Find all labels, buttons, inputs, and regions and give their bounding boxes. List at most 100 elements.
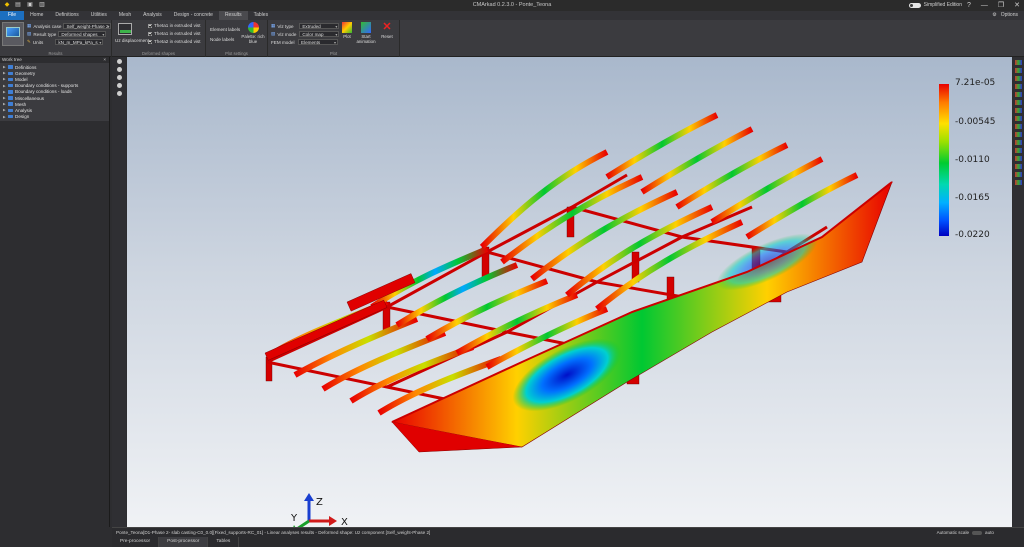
rotate-view-icon[interactable] xyxy=(116,59,122,64)
zoom-view-icon[interactable] xyxy=(116,75,122,80)
folder-icon xyxy=(8,77,13,82)
3d-viewport[interactable]: Z X Y xyxy=(127,57,1012,527)
view-preset-icon[interactable] xyxy=(1015,132,1022,137)
fem-model-label: FEM model xyxy=(271,39,295,45)
expand-icon[interactable]: ▶ xyxy=(3,90,6,94)
fit-view-icon[interactable] xyxy=(116,83,122,88)
view-preset-icon[interactable] xyxy=(1015,148,1022,153)
units-select[interactable]: kN_m_MPa_kPa_s xyxy=(55,39,104,45)
expand-icon[interactable]: ▶ xyxy=(3,84,6,88)
view-preset-icon[interactable] xyxy=(1015,116,1022,121)
expand-icon[interactable]: ▶ xyxy=(3,102,6,106)
legend-label-2: -0.00545 xyxy=(955,117,996,127)
legend-max-label: 7.21e-05 xyxy=(955,78,996,88)
results-large-icon[interactable] xyxy=(2,22,24,46)
autoscale-switch[interactable] xyxy=(972,531,983,535)
palette-sub-label: blue xyxy=(248,39,258,44)
tab-tables-bottom[interactable]: Tables xyxy=(208,537,240,547)
options-menu[interactable]: ⚙ Options xyxy=(992,12,1018,18)
node-labels-toggle[interactable]: Node labels xyxy=(210,37,234,42)
palette-button[interactable]: Palette: rich blue xyxy=(240,22,266,44)
expand-icon[interactable]: ▶ xyxy=(3,71,6,75)
units-icon: ✎ xyxy=(27,39,31,44)
animation-icon xyxy=(361,22,371,33)
deformed-group-title: Deformed shapes xyxy=(141,51,176,56)
palette-icon xyxy=(247,22,259,33)
deformed-shape-icon[interactable] xyxy=(118,23,132,35)
view-preset-icon[interactable] xyxy=(1015,156,1022,161)
view-preset-icon[interactable] xyxy=(1015,84,1022,89)
analysis-case-select[interactable]: Self_weight-Phase 2 xyxy=(63,23,112,29)
tab-mesh[interactable]: Mesh xyxy=(113,11,137,20)
view-preset-icon[interactable] xyxy=(1015,108,1022,113)
tab-home[interactable]: Home xyxy=(24,11,49,20)
tab-tables[interactable]: Tables xyxy=(248,11,274,20)
result-type-select[interactable]: Deformed shapes xyxy=(58,31,107,37)
work-tree-title: Work tree xyxy=(2,57,22,62)
tree-item-design[interactable]: ▶ Design xyxy=(0,114,109,120)
element-labels-toggle[interactable]: Element labels xyxy=(210,27,240,32)
view-preset-icon[interactable] xyxy=(1015,124,1022,129)
maximize-button[interactable]: ❐ xyxy=(998,0,1004,11)
view-preset-icon[interactable] xyxy=(1015,68,1022,73)
bridge-model-view[interactable] xyxy=(127,57,1012,527)
view-preset-icon[interactable] xyxy=(1015,100,1022,105)
close-panel-icon[interactable]: × xyxy=(103,57,106,63)
start-animation-button[interactable]: Start animation xyxy=(356,22,376,44)
view-tool-strip xyxy=(112,57,126,527)
theta1-checkbox-1[interactable] xyxy=(148,23,152,28)
view-preset-icon[interactable] xyxy=(1015,172,1022,177)
tab-results[interactable]: Results xyxy=(218,11,248,20)
work-tree-list: ▶ Definitions ▶ Geometry ▶ Model ▶ Boundary … xyxy=(0,63,109,121)
view-preset-icon[interactable] xyxy=(1015,164,1022,169)
toggle-icon[interactable] xyxy=(908,2,921,8)
window-controls: ? — ❐ ✕ xyxy=(967,0,1020,11)
tree-panel-footer xyxy=(0,527,112,547)
tab-file[interactable]: File xyxy=(0,11,25,20)
folder-icon xyxy=(8,83,13,88)
viz-mode-select[interactable]: Color map xyxy=(299,31,340,37)
close-button[interactable]: ✕ xyxy=(1014,0,1020,11)
minimize-button[interactable]: — xyxy=(981,0,988,11)
units-label: Units xyxy=(32,39,44,45)
plot-button[interactable]: Plot xyxy=(340,22,354,39)
view-preset-icon[interactable] xyxy=(1015,92,1022,97)
status-text: Ponte_Teona[D1-Phase 2- slab casting-C0_… xyxy=(116,530,431,535)
viz-mode-icon: ▧ xyxy=(271,31,276,36)
component-select[interactable]: Uz displacement xyxy=(115,38,149,43)
reset-view-icon[interactable] xyxy=(116,91,122,96)
theta1-checkbox-2[interactable] xyxy=(148,31,152,36)
tab-utilities[interactable]: Utilities xyxy=(85,11,113,20)
result-type-label: Result type xyxy=(33,31,57,37)
expand-icon[interactable]: ▶ xyxy=(3,65,6,69)
view-preset-icon[interactable] xyxy=(1015,60,1022,65)
tab-pre-processor[interactable]: Pre-processor xyxy=(112,537,160,547)
plot-settings-title: Plot settings xyxy=(225,51,248,56)
tab-post-processor[interactable]: Post-processor xyxy=(159,537,209,547)
tab-analysis[interactable]: Analysis xyxy=(137,11,168,20)
theta2-checkbox[interactable] xyxy=(148,39,152,44)
view-preset-icon[interactable] xyxy=(1015,76,1022,81)
view-preset-icon[interactable] xyxy=(1015,140,1022,145)
tab-definitions[interactable]: Definitions xyxy=(49,11,84,20)
tab-design-concrete[interactable]: Design - concrete xyxy=(168,11,219,20)
expand-icon[interactable]: ▶ xyxy=(3,115,6,119)
expand-icon[interactable]: ▶ xyxy=(3,77,6,81)
help-icon[interactable]: ? xyxy=(967,0,971,11)
fem-model-select[interactable]: Elements xyxy=(298,39,338,45)
view-preset-icon[interactable] xyxy=(1015,180,1022,185)
viz-type-select[interactable]: Extruded xyxy=(299,23,340,29)
analysis-case-icon: ▦ xyxy=(27,23,32,28)
right-tool-strip xyxy=(1013,57,1024,527)
expand-icon[interactable]: ▶ xyxy=(3,108,6,112)
reset-button[interactable]: ✕ Reset xyxy=(379,22,395,40)
plot-settings-group: Element labels Node labels Palette: rich… xyxy=(206,20,268,57)
results-group: ▦ Analysis case Self_weight-Phase 2 ▧ Re… xyxy=(0,20,112,57)
deformed-shapes-group: Uz displacement Theta1 in extruded vist … xyxy=(112,20,206,57)
folder-icon xyxy=(8,65,13,69)
expand-icon[interactable]: ▶ xyxy=(3,96,6,100)
result-type-icon: ▧ xyxy=(27,31,32,36)
viz-type-label: Viz type xyxy=(277,23,294,29)
pan-view-icon[interactable] xyxy=(116,67,122,72)
edition-toggle[interactable]: Simplified Edition xyxy=(908,2,962,8)
